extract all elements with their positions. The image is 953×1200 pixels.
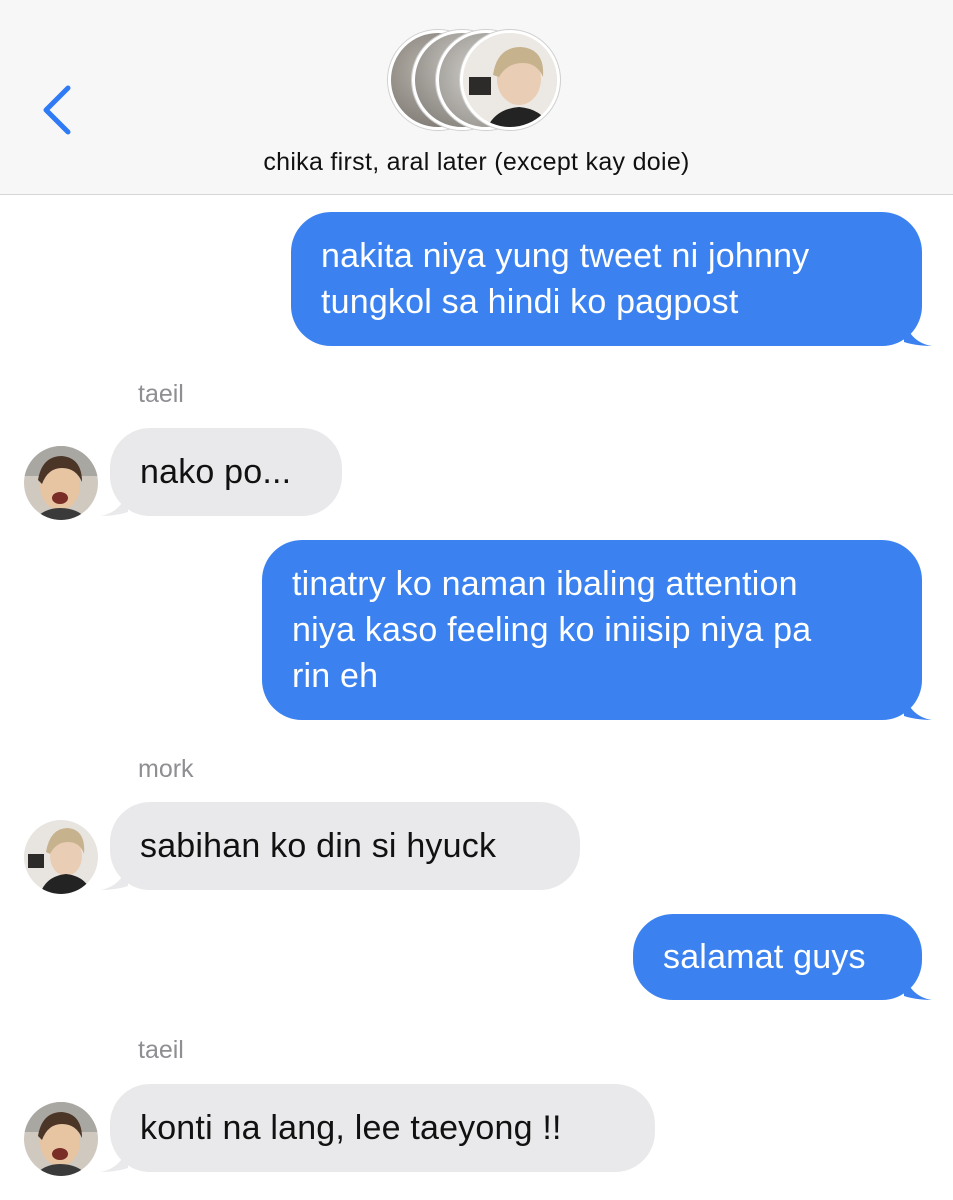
sender-name: mork xyxy=(138,755,194,783)
incoming-message[interactable]: konti na lang, lee taeyong !! xyxy=(110,1084,655,1172)
bubble-tail xyxy=(904,690,932,720)
message-text: salamat guys xyxy=(663,938,866,976)
message-text-line: tinatry ko naman ibaling attention xyxy=(292,565,798,603)
chevron-left-icon xyxy=(43,85,71,135)
bubble-tail xyxy=(100,860,128,890)
avatar[interactable] xyxy=(24,1102,98,1176)
back-button[interactable] xyxy=(36,78,80,142)
sender-name: taeil xyxy=(138,380,184,408)
conversation-header: chika first, aral later (except kay doie… xyxy=(0,0,953,195)
outgoing-message[interactable]: tinatry ko naman ibaling attention niya … xyxy=(262,540,922,720)
bubble-tail xyxy=(904,316,932,346)
message-text-line: niya kaso feeling ko iniisip niya pa xyxy=(292,611,812,649)
message-text-line: rin eh xyxy=(292,657,379,695)
bubble-tail xyxy=(100,1142,128,1172)
group-name[interactable]: chika first, aral later (except kay doie… xyxy=(0,148,953,177)
message-text: sabihan ko din si hyuck xyxy=(140,827,497,865)
avatar[interactable] xyxy=(24,820,98,894)
incoming-message[interactable]: nako po... xyxy=(110,428,342,516)
group-member-avatar xyxy=(460,30,560,130)
message-text-line: nakita niya yung tweet ni johnny xyxy=(321,237,810,275)
bubble-tail xyxy=(100,486,128,516)
message-text-line: tungkol sa hindi ko pagpost xyxy=(321,283,739,321)
outgoing-message[interactable]: salamat guys xyxy=(633,914,922,1000)
outgoing-message[interactable]: nakita niya yung tweet ni johnny tungkol… xyxy=(291,212,922,346)
group-avatar-stack[interactable] xyxy=(388,30,568,134)
avatar-photo xyxy=(24,446,98,520)
message-text: konti na lang, lee taeyong !! xyxy=(140,1109,562,1147)
incoming-message[interactable]: sabihan ko din si hyuck xyxy=(110,802,580,890)
sender-name: taeil xyxy=(138,1036,184,1064)
avatar[interactable] xyxy=(24,446,98,520)
avatar-photo xyxy=(24,1102,98,1176)
bubble-tail xyxy=(904,970,932,1000)
avatar-photo xyxy=(24,820,98,894)
message-text: nako po... xyxy=(140,453,292,491)
